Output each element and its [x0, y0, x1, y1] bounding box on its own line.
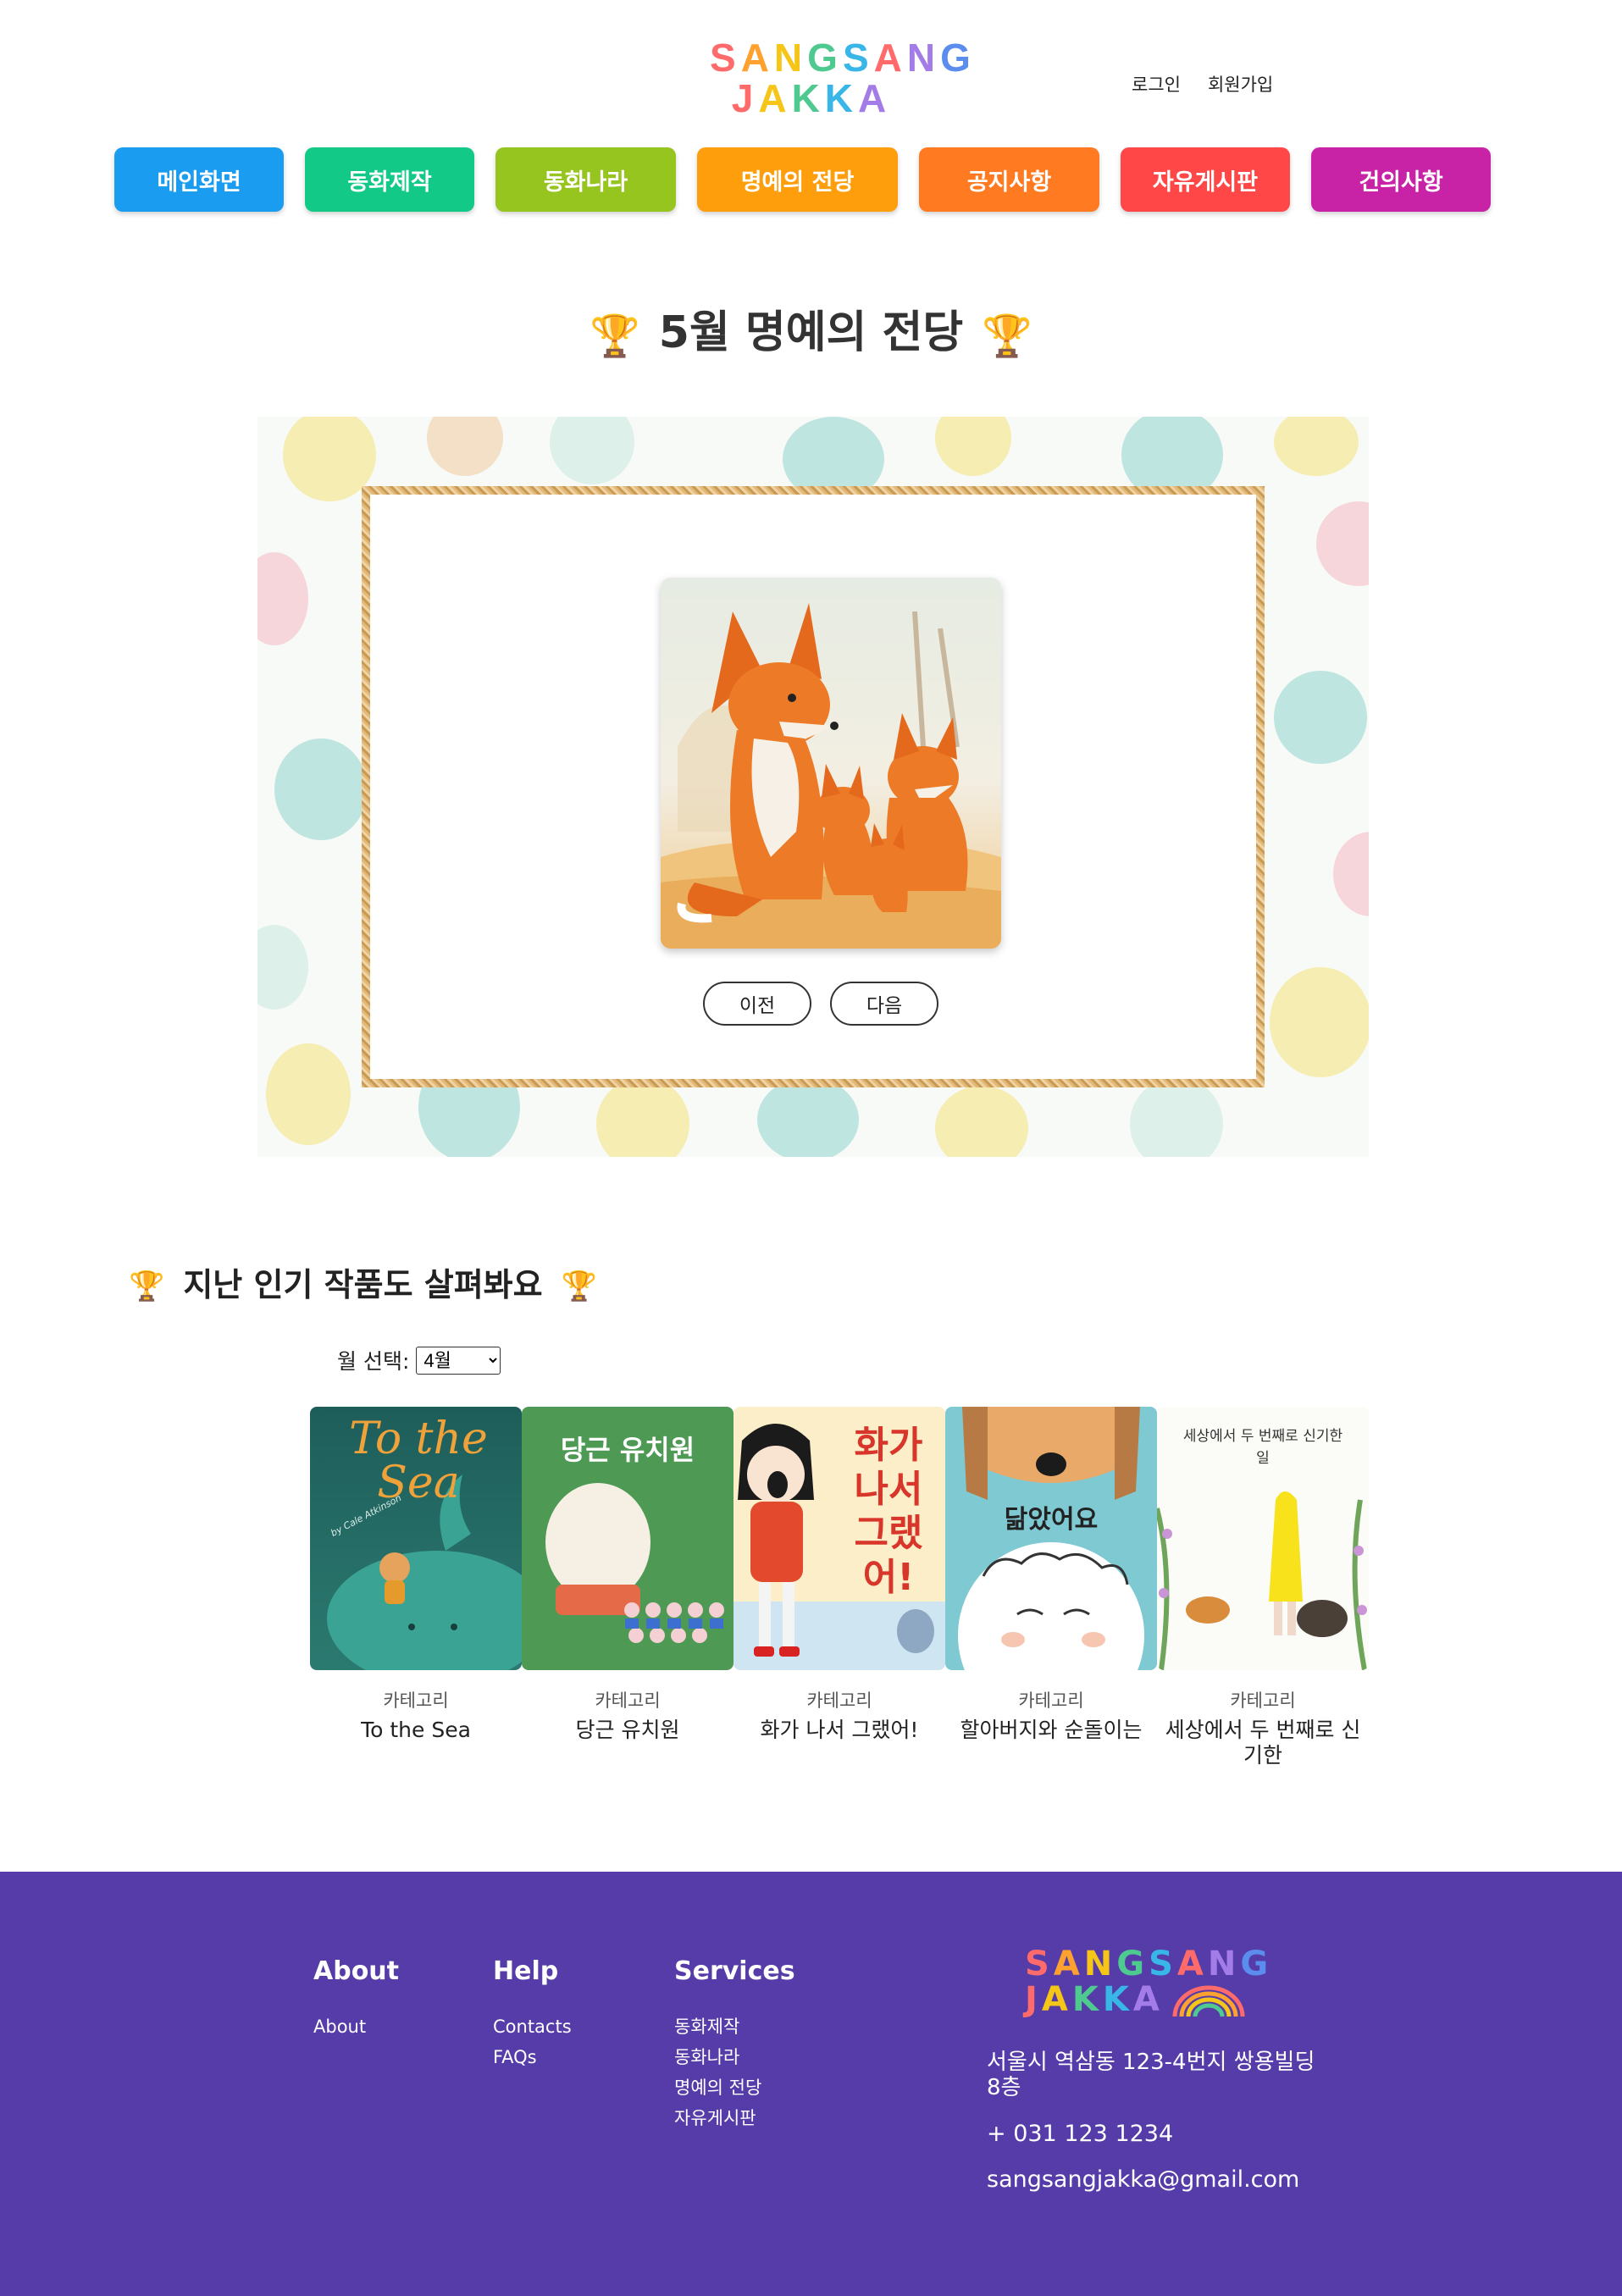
book-cover[interactable]: 세상에서 두 번째로 신기한 일	[1157, 1407, 1369, 1670]
polka-dot	[1274, 671, 1367, 764]
book-title[interactable]: 세상에서 두 번째로 신기한	[1157, 1718, 1369, 1768]
footer-help-column: Help Contacts FAQs	[493, 1956, 572, 2072]
signup-link[interactable]: 회원가입	[1208, 71, 1273, 97]
cover-title-text: 닮았어요	[1004, 1505, 1099, 1535]
book-card[interactable]: 세상에서 두 번째로 신기한 일 카테고리 세상에서 두 번째로 신기한	[1157, 1407, 1369, 1768]
polka-dot	[1130, 1077, 1223, 1157]
book-category: 카테고리	[595, 1690, 661, 1711]
footer-logo[interactable]: SANGSANG JAKKA	[1025, 1946, 1272, 2017]
book-title[interactable]: 당근 유치원	[522, 1718, 733, 1743]
prev-button[interactable]: 이전	[703, 982, 811, 1026]
footer-logo-line1: SANGSANG	[1025, 1945, 1273, 1983]
footer-link-contacts[interactable]: Contacts	[493, 2011, 572, 2042]
polka-dot	[257, 552, 308, 645]
footer-link-faqs[interactable]: FAQs	[493, 2042, 572, 2072]
hall-of-fame-heading: 🏆 5월 명예의 전당 🏆	[0, 296, 1622, 360]
cover-title-text: 화가 나서 그랬어!	[854, 1424, 923, 1599]
book-title[interactable]: 할아버지와 순돌이는	[945, 1718, 1157, 1743]
polka-dot	[757, 1077, 859, 1157]
polka-dot	[427, 417, 503, 476]
polka-dot	[266, 1043, 351, 1145]
polka-dot	[596, 1077, 689, 1157]
nav-notice[interactable]: 공지사항	[919, 147, 1099, 212]
polka-dot	[935, 417, 1011, 476]
logo-line1: SANGSANG	[710, 36, 976, 80]
fox-illustration	[661, 603, 1001, 949]
trophy-icon: 🏆	[982, 312, 1032, 360]
frame-board: 이전 다음	[370, 495, 1256, 1079]
cover-title-text: To the Sea	[349, 1414, 488, 1508]
rainbow-icon	[1172, 1985, 1245, 2017]
footer-link-free-board[interactable]: 자유게시판	[674, 2103, 795, 2133]
footer-about-column: About About	[313, 1956, 399, 2042]
site-footer: About About Help Contacts FAQs Services …	[0, 1872, 1622, 2296]
hall-of-fame-panel: 이전 다음	[257, 417, 1369, 1157]
polka-dot	[257, 925, 308, 1010]
book-cover[interactable]: 닮았어요	[945, 1407, 1157, 1670]
footer-link-hall-of-fame[interactable]: 명예의 전당	[674, 2072, 795, 2103]
nav-story-land[interactable]: 동화나라	[495, 147, 676, 212]
featured-story-image[interactable]	[661, 578, 1001, 949]
month-select[interactable]: 4월	[416, 1346, 501, 1375]
trophy-icon: 🏆	[561, 1270, 597, 1303]
past-works-heading: 🏆 지난 인기 작품도 살펴봐요 🏆	[129, 1259, 597, 1305]
book-category: 카테고리	[383, 1690, 449, 1711]
footer-phone: + 031 123 1234	[987, 2121, 1174, 2147]
footer-help-heading: Help	[493, 1956, 559, 1986]
polka-dot	[1333, 832, 1369, 916]
nav-home[interactable]: 메인화면	[114, 147, 284, 212]
footer-about-heading: About	[313, 1956, 400, 1986]
footer-link-about[interactable]: About	[313, 2011, 399, 2042]
nav-hall-of-fame[interactable]: 명예의 전당	[697, 147, 898, 212]
book-list: To the Sea by Cale Atkinson 카테고리 To the …	[310, 1407, 1369, 1768]
book-title[interactable]: 화가 나서 그랬어!	[733, 1718, 945, 1743]
book-card[interactable]: To the Sea by Cale Atkinson 카테고리 To the …	[310, 1407, 522, 1768]
nav-free-board[interactable]: 자유게시판	[1121, 147, 1290, 212]
polka-dot	[550, 417, 634, 484]
cork-frame: 이전 다음	[362, 486, 1265, 1087]
footer-services-column: Services 동화제작 동화나라 명예의 전당 자유게시판	[674, 1956, 795, 2133]
book-category: 카테고리	[1230, 1690, 1296, 1711]
trophy-icon: 🏆	[129, 1270, 165, 1303]
logo-line2: JAKKA	[731, 76, 892, 120]
login-link[interactable]: 로그인	[1132, 71, 1181, 97]
book-cover[interactable]: 화가 나서 그랬어!	[733, 1407, 945, 1670]
polka-dot	[274, 739, 368, 840]
polka-dot	[1274, 417, 1359, 476]
book-card[interactable]: 닮았어요 카테고리 할아버지와 순돌이는	[945, 1407, 1157, 1768]
footer-link-storyland[interactable]: 동화나라	[674, 2042, 795, 2072]
book-category: 카테고리	[806, 1690, 872, 1711]
site-logo[interactable]: SANGSANG JAKKA	[710, 36, 976, 120]
book-card[interactable]: 화가 나서 그랬어! 카테고리 화가 나서 그랬어!	[733, 1407, 945, 1768]
book-cover-art	[958, 1407, 1144, 1670]
month-label: 월 선택:	[337, 1349, 410, 1374]
footer-services-heading: Services	[674, 1956, 795, 1986]
polka-dot	[1270, 967, 1369, 1077]
nav-create-story[interactable]: 동화제작	[305, 147, 474, 212]
past-works-title: 지난 인기 작품도 살펴봐요	[183, 1266, 543, 1303]
book-cover[interactable]: 당근 유치원	[522, 1407, 733, 1670]
cover-title-text: 당근 유치원	[560, 1434, 695, 1466]
book-title[interactable]: To the Sea	[310, 1718, 522, 1743]
book-cover[interactable]: To the Sea by Cale Atkinson	[310, 1407, 522, 1670]
nav-suggestions[interactable]: 건의사항	[1311, 147, 1491, 212]
cover-title-text: 세상에서 두 번째로 신기한 일	[1182, 1428, 1343, 1467]
auth-links: 로그인 회원가입	[1132, 71, 1273, 97]
book-card[interactable]: 당근 유치원 카테고리 당근 유치원	[522, 1407, 733, 1768]
main-nav: 메인화면 동화제작 동화나라 명예의 전당 공지사항 자유게시판 건의사항	[114, 147, 1491, 212]
trophy-icon: 🏆	[590, 312, 640, 360]
next-button[interactable]: 다음	[830, 982, 938, 1026]
month-select-row: 월 선택: 4월	[337, 1345, 501, 1375]
footer-logo-line2: JAKKA	[1025, 1982, 1272, 2017]
book-category: 카테고리	[1018, 1690, 1084, 1711]
hall-of-fame-title: 5월 명예의 전당	[658, 307, 964, 358]
footer-address: 서울시 역삼동 123-4번지 쌍용빌딩 8층	[987, 2050, 1315, 2100]
footer-link-create[interactable]: 동화제작	[674, 2011, 795, 2042]
footer-email[interactable]: sangsangjakka@gmail.com	[987, 2166, 1299, 2193]
polka-dot	[1316, 501, 1369, 586]
polka-dot	[935, 1086, 1028, 1157]
